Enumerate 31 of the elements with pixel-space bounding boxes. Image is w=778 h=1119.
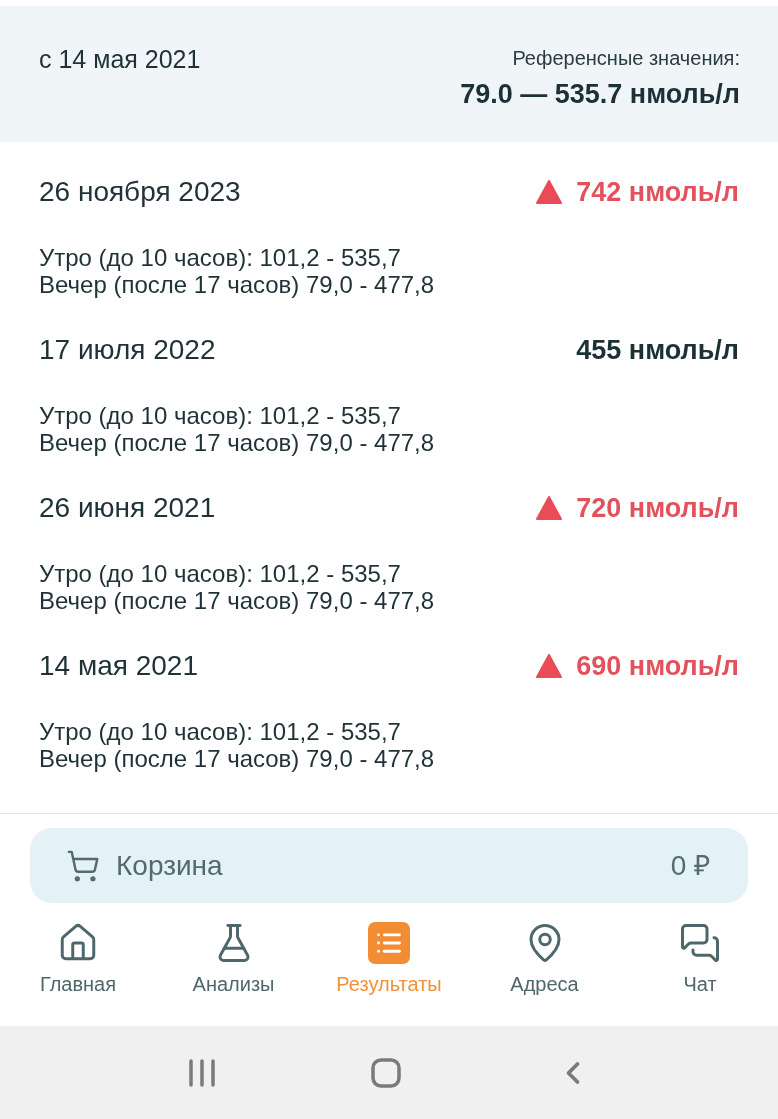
chat-icon bbox=[679, 922, 721, 964]
cart-label: Корзина bbox=[116, 848, 223, 883]
list-icon bbox=[368, 922, 410, 964]
result-value: 742 нмоль/л bbox=[576, 176, 739, 209]
reference-label: Референсные значения: bbox=[512, 46, 740, 71]
reference-note: Утро (до 10 часов): 101,2 - 535,7 bbox=[39, 718, 402, 745]
result-value: 690 нмоль/л bbox=[576, 650, 739, 683]
reference-value: 79.0 — 535.7 нмоль/л bbox=[460, 78, 740, 111]
cart-icon bbox=[66, 848, 100, 883]
reference-note: Вечер (после 17 часов) 79,0 - 477,8 bbox=[39, 587, 436, 614]
result-date: 26 ноября 2023 bbox=[39, 175, 241, 209]
result-value: 720 нмоль/л bbox=[576, 492, 739, 525]
nav-tab[interactable]: Анализы bbox=[173, 922, 294, 1026]
result-date: 26 июня 2021 bbox=[39, 491, 216, 525]
home-icon[interactable] bbox=[370, 1056, 402, 1089]
cart-total: 0 ₽ bbox=[670, 848, 710, 883]
result-date: 14 мая 2021 bbox=[39, 649, 198, 683]
reference-note: Утро (до 10 часов): 101,2 - 535,7 bbox=[39, 402, 402, 429]
result-value: 455 нмоль/л bbox=[576, 334, 739, 367]
nav-tab[interactable]: Адреса bbox=[484, 922, 605, 1026]
reference-note: Утро (до 10 часов): 101,2 - 535,7 bbox=[39, 244, 402, 271]
reference-note: Вечер (после 17 часов) 79,0 - 477,8 bbox=[39, 745, 436, 772]
nav-tab[interactable]: Чат bbox=[640, 922, 760, 1026]
reference-note: Утро (до 10 часов): 101,2 - 535,7 bbox=[39, 560, 402, 587]
cart-button[interactable]: Корзина 0 ₽ bbox=[30, 828, 748, 903]
result-date: 17 июля 2022 bbox=[39, 333, 216, 367]
reference-note: Вечер (после 17 часов) 79,0 - 477,8 bbox=[39, 271, 436, 298]
recent-apps-icon[interactable] bbox=[186, 1057, 217, 1088]
reference-note: Вечер (после 17 часов) 79,0 - 477,8 bbox=[39, 429, 436, 456]
since-date: с 14 мая 2021 bbox=[39, 44, 201, 75]
nav-tab[interactable]: Главная bbox=[18, 922, 138, 1026]
